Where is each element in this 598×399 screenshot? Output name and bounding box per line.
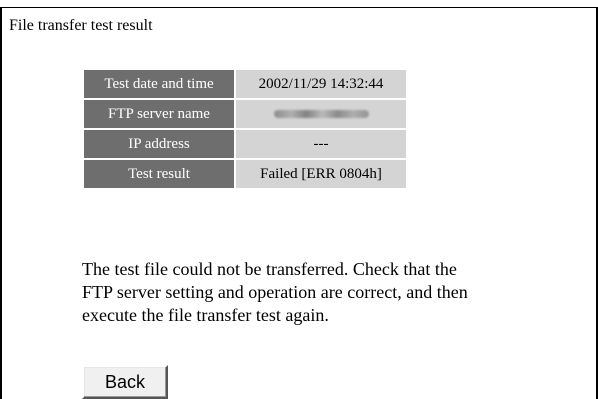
error-message-line-2: FTP server setting and operation are cor… — [82, 282, 468, 302]
blurred-server-name — [273, 109, 369, 118]
table-row: IP address --- — [84, 130, 406, 158]
test-result-value: Failed [ERR 0804h] — [236, 160, 406, 188]
ip-address-label: IP address — [84, 130, 234, 158]
table-row: Test result Failed [ERR 0804h] — [84, 160, 406, 188]
back-button[interactable]: Back — [82, 365, 168, 399]
error-message-line-3: execute the file transfer test again. — [82, 305, 329, 325]
panel-title: File transfer test result — [9, 17, 153, 34]
ftp-server-name-value — [236, 100, 406, 128]
result-table: Test date and time 2002/11/29 14:32:44 F… — [82, 68, 408, 190]
test-date-time-label: Test date and time — [84, 70, 234, 98]
test-result-label: Test result — [84, 160, 234, 188]
table-row: Test date and time 2002/11/29 14:32:44 — [84, 70, 406, 98]
table-row: FTP server name — [84, 100, 406, 128]
ftp-server-name-label: FTP server name — [84, 100, 234, 128]
error-message-line-1: The test file could not be transferred. … — [82, 259, 457, 279]
test-date-time-value: 2002/11/29 14:32:44 — [236, 70, 406, 98]
error-message: The test file could not be transferred. … — [82, 258, 582, 327]
top-window-edge — [0, 0, 598, 8]
file-transfer-result-panel: File transfer test result Test date and … — [0, 8, 598, 399]
ip-address-value: --- — [236, 130, 406, 158]
